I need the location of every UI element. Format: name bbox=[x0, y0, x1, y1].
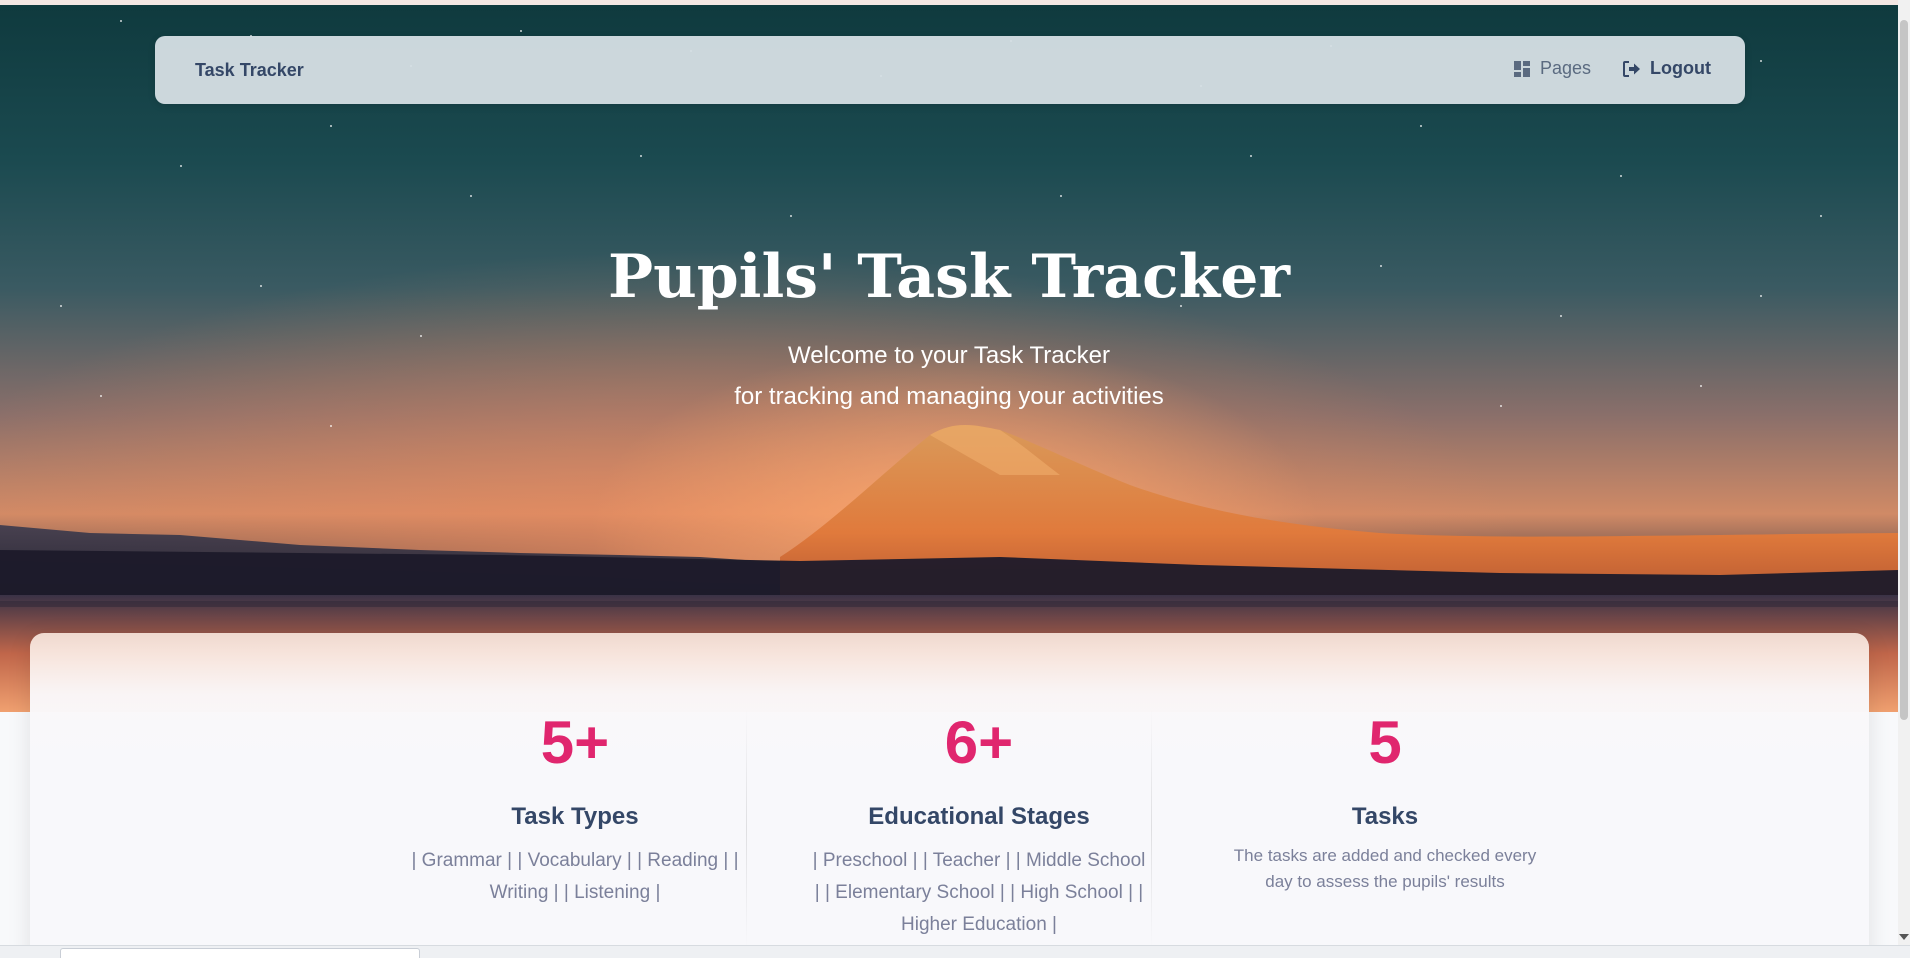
star-decoration bbox=[640, 155, 642, 157]
brand-link[interactable]: Task Tracker bbox=[195, 60, 304, 81]
stat-number: 6+ bbox=[944, 709, 1014, 776]
star-decoration bbox=[330, 125, 332, 127]
stat-description: | Preschool | | Teacher | | Middle Schoo… bbox=[812, 850, 1146, 935]
stat-heading: Task Types bbox=[511, 803, 639, 830]
nav-pages-label: Pages bbox=[1540, 58, 1592, 78]
stat-tasks: 5 Tasks The tasks are added and checked … bbox=[1182, 713, 1588, 895]
dashboard-grid-icon bbox=[1514, 60, 1530, 77]
scrollbar-thumb[interactable] bbox=[1900, 20, 1908, 720]
star-decoration bbox=[1250, 155, 1252, 157]
star-decoration bbox=[520, 30, 522, 32]
stat-heading: Tasks bbox=[1351, 803, 1419, 830]
nav-pages-link[interactable]: Pages bbox=[1514, 58, 1591, 79]
star-decoration bbox=[470, 195, 472, 197]
star-decoration bbox=[1420, 125, 1422, 127]
star-decoration bbox=[120, 20, 122, 22]
stat-number: 5+ bbox=[540, 709, 610, 776]
stat-divider bbox=[1151, 708, 1152, 948]
stat-educational-stages: 6+ Educational Stages | Preschool | | Te… bbox=[776, 713, 1182, 941]
star-decoration bbox=[420, 335, 422, 337]
star-decoration bbox=[1560, 315, 1562, 317]
sign-out-icon bbox=[1623, 60, 1641, 77]
star-decoration bbox=[1060, 195, 1062, 197]
stat-divider bbox=[746, 708, 747, 948]
scroll-down-arrow-icon[interactable] bbox=[1899, 934, 1909, 940]
hero-subtitle-line2: for tracking and managing your activitie… bbox=[734, 383, 1164, 410]
stats-card: 5+ Task Types | Grammar | | Vocabulary |… bbox=[30, 633, 1869, 958]
hero-subtitle-line1: Welcome to your Task Tracker bbox=[788, 342, 1110, 369]
nav-logout-link[interactable]: Logout bbox=[1623, 58, 1711, 79]
star-decoration bbox=[330, 425, 332, 427]
star-decoration bbox=[1820, 215, 1822, 217]
stat-heading: Educational Stages bbox=[868, 803, 1090, 830]
stat-description: | Grammar | | Vocabulary | | Reading | |… bbox=[411, 850, 739, 903]
stat-number: 5 bbox=[1368, 709, 1402, 776]
nav-logout-label: Logout bbox=[1650, 58, 1711, 78]
top-navbar: Task Tracker Pages Logout bbox=[155, 36, 1745, 104]
os-taskbar bbox=[0, 945, 1910, 958]
star-decoration bbox=[180, 165, 182, 167]
taskbar-search-box[interactable] bbox=[60, 948, 420, 958]
star-decoration bbox=[1620, 175, 1622, 177]
star-decoration bbox=[1760, 60, 1762, 62]
star-decoration bbox=[790, 215, 792, 217]
stat-task-types: 5+ Task Types | Grammar | | Vocabulary |… bbox=[370, 713, 780, 909]
page-scrollbar[interactable] bbox=[1898, 0, 1910, 958]
hero-title: Pupils' Task Tracker bbox=[607, 242, 1290, 312]
stat-description: The tasks are added and checked every da… bbox=[1233, 846, 1537, 891]
top-strip bbox=[0, 0, 1910, 5]
